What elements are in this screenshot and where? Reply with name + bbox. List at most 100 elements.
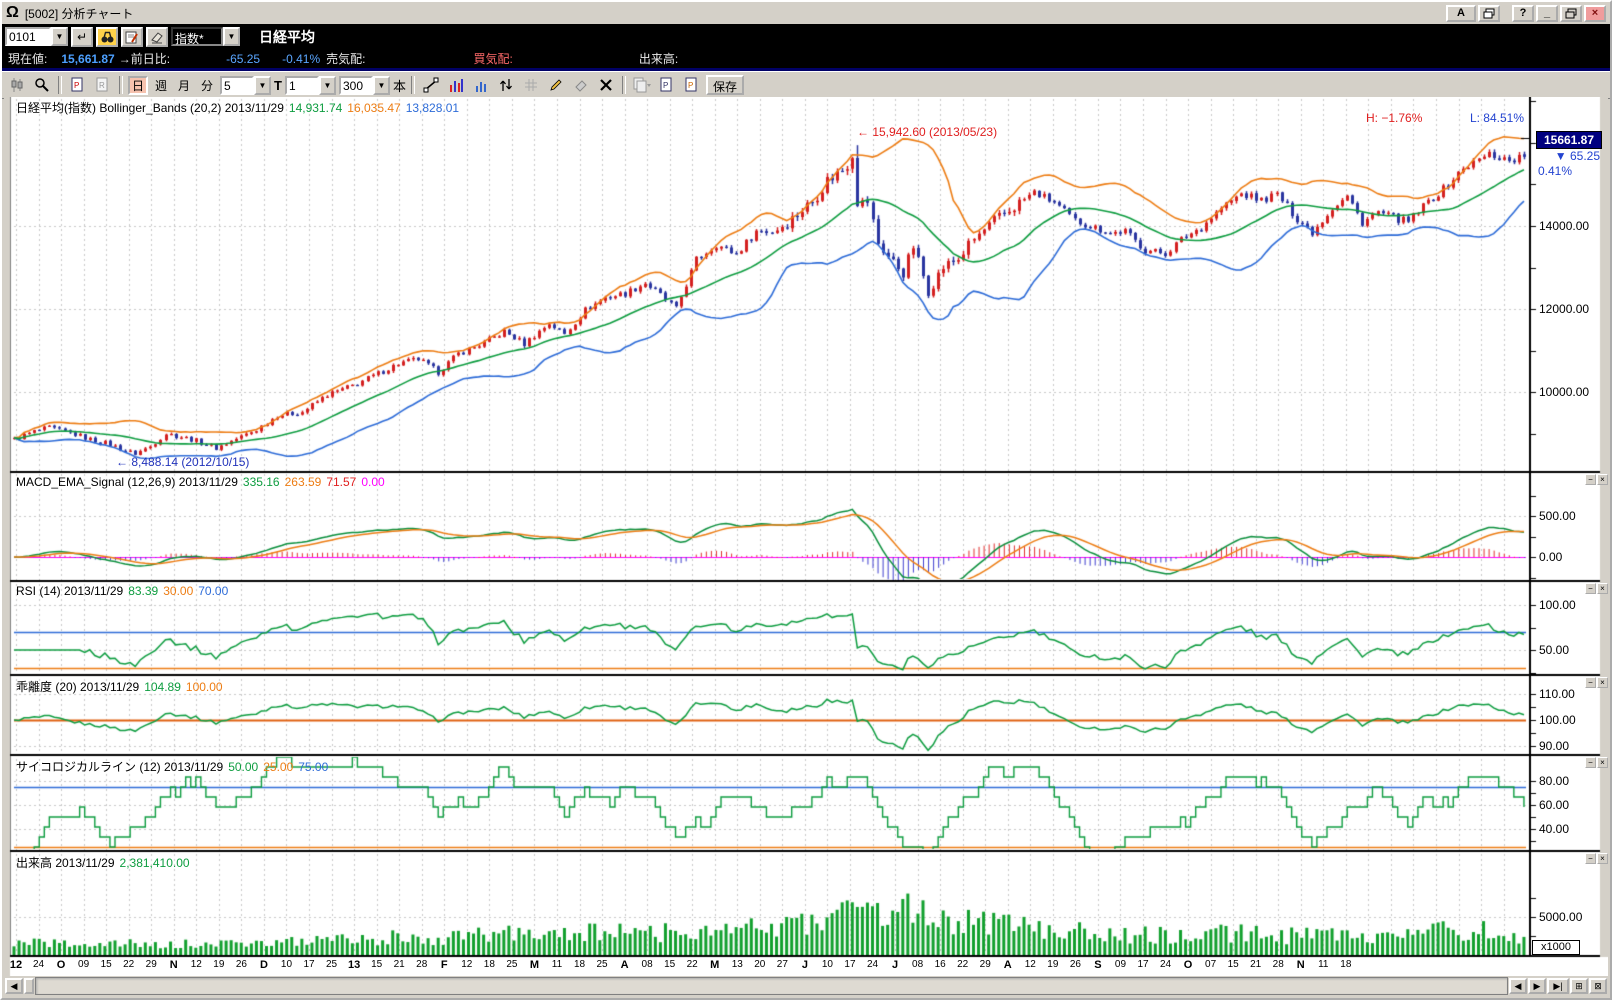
- indicator-value: 14,931.74: [289, 101, 342, 115]
- scrollbar-track[interactable]: [35, 977, 1508, 995]
- pane-label-main: 日経平均(指数) Bollinger_Bands (20,2) 2013/11/…: [16, 99, 464, 116]
- x-axis-label: 22: [123, 959, 134, 970]
- minimize-button[interactable]: _: [1536, 5, 1558, 22]
- pane-close-button[interactable]: ×: [1597, 583, 1608, 594]
- font-size-button[interactable]: A: [1446, 5, 1476, 22]
- help-button[interactable]: ?: [1512, 5, 1534, 22]
- trendline-button[interactable]: [420, 75, 442, 96]
- axis-label: 0.00: [1539, 550, 1562, 564]
- minute-bars-arrow-icon[interactable]: ▼: [254, 76, 271, 95]
- period-month-button[interactable]: 月: [174, 76, 194, 95]
- minute-bars-value[interactable]: 5: [220, 76, 254, 95]
- x-axis-label: 09: [1115, 959, 1126, 970]
- symbol-code-input[interactable]: [5, 27, 51, 46]
- price-label: 現在値:: [8, 50, 47, 67]
- memo-button[interactable]: [121, 27, 143, 47]
- page-copy-icon: R: [96, 77, 110, 93]
- x-axis-label: 18: [484, 959, 495, 970]
- search-button[interactable]: [96, 27, 118, 47]
- window-title: [5002] 分析チャート: [25, 5, 134, 22]
- scroll-left2-button[interactable]: ◀: [1509, 978, 1527, 994]
- pane-close-button[interactable]: ×: [1597, 474, 1608, 485]
- delete-all-button[interactable]: [595, 75, 617, 96]
- axis-label: 110.00: [1539, 687, 1575, 701]
- pane-minimize-button[interactable]: −: [1585, 474, 1596, 485]
- axis-label: 40.00: [1539, 822, 1569, 836]
- enter-icon: ↵: [77, 30, 87, 44]
- x-axis-label: 25: [326, 959, 337, 970]
- export-page-icon: P: [660, 77, 674, 93]
- enter-button[interactable]: ↵: [71, 27, 93, 47]
- close-button[interactable]: ×: [1584, 5, 1606, 22]
- pane-close-button[interactable]: ×: [1597, 677, 1608, 688]
- layout-close-button[interactable]: ⊠: [1589, 978, 1607, 994]
- x-axis-label: 12: [191, 959, 202, 970]
- category-combo: 指数* ▼: [171, 27, 240, 46]
- x-axis-label: 13: [348, 959, 360, 971]
- x-axis-label: 07: [1205, 959, 1216, 970]
- axis-label: 5000.00: [1539, 910, 1582, 924]
- x-axis-label: 18: [1340, 959, 1351, 970]
- app-logo-icon: Ω: [6, 5, 19, 21]
- volume2-overlay-button[interactable]: [470, 75, 492, 96]
- sort-arrows-button[interactable]: [495, 75, 517, 96]
- titlebar: Ω [5002] 分析チャート A ? _ ×: [2, 2, 1610, 24]
- pane-label-macd: MACD_EMA_Signal (12,26,9) 2013/11/29335.…: [16, 475, 390, 489]
- x-axis-label: D: [260, 959, 268, 971]
- interval-combo: 1 ▼: [285, 76, 336, 95]
- period-minute-button[interactable]: 分: [197, 76, 217, 95]
- pane-minimize-button[interactable]: −: [1585, 757, 1596, 768]
- category-value[interactable]: 指数*: [171, 27, 223, 46]
- up-down-arrows-icon: [498, 77, 514, 93]
- interval-value[interactable]: 1: [285, 76, 319, 95]
- magnifier-icon: [34, 77, 50, 93]
- binoculars-icon: [100, 30, 115, 44]
- pane-close-button[interactable]: ×: [1597, 757, 1608, 768]
- x-axis-label: 22: [957, 959, 968, 970]
- bar-count-value[interactable]: 300: [339, 76, 373, 95]
- indicator-value: 16,035.47: [347, 101, 400, 115]
- pane-close-button[interactable]: ×: [1597, 853, 1608, 864]
- restore-button[interactable]: [1560, 5, 1582, 22]
- scroll-right-button[interactable]: ▶: [1528, 978, 1546, 994]
- symbol-code-dropdown-arrow-icon[interactable]: ▼: [51, 27, 68, 46]
- erase-drawing-button[interactable]: [570, 75, 592, 96]
- scroll-to-end-button[interactable]: ▶|: [1547, 978, 1569, 994]
- pane-minimize-button[interactable]: −: [1585, 583, 1596, 594]
- status-row: 現在値: 15,661.87 →前日比: -65.25 -0.41% 売気配: …: [2, 49, 1610, 68]
- period-day-button[interactable]: 日: [128, 76, 148, 95]
- axis-label: 12000.00: [1539, 302, 1589, 316]
- page-copy-button[interactable]: R: [92, 75, 114, 96]
- export-settings-button[interactable]: P: [656, 75, 678, 96]
- chart-area[interactable]: 日経平均(指数) Bollinger_Bands (20,2) 2013/11/…: [4, 97, 1608, 976]
- scroll-left-button[interactable]: ◀: [5, 978, 23, 994]
- bar-count-arrow-icon[interactable]: ▼: [373, 76, 390, 95]
- save-button[interactable]: 保存: [706, 75, 744, 95]
- clear-button[interactable]: [146, 27, 168, 47]
- layout-grid-button[interactable]: ⊞: [1570, 978, 1588, 994]
- import-settings-button[interactable]: P: [681, 75, 703, 96]
- candlestick-type-button[interactable]: [6, 75, 28, 96]
- restore-icon: [1565, 8, 1577, 19]
- interval-arrow-icon[interactable]: ▼: [319, 76, 336, 95]
- bid-label: 買気配:: [473, 50, 512, 67]
- category-dropdown-arrow-icon[interactable]: ▼: [223, 27, 240, 46]
- pane-minimize-button[interactable]: −: [1585, 853, 1596, 864]
- grid-button[interactable]: [520, 75, 542, 96]
- scroll-split-handle[interactable]: [24, 978, 34, 994]
- x-axis-label: 28: [1273, 959, 1284, 970]
- x-axis-label: A: [621, 959, 629, 971]
- pane-minimize-button[interactable]: −: [1585, 677, 1596, 688]
- period-week-button[interactable]: 週: [151, 76, 171, 95]
- volume-unit-box: x1000: [1532, 940, 1580, 955]
- copy-chart-button[interactable]: [631, 75, 653, 96]
- x-axis-label: J: [892, 959, 898, 971]
- new-page-button[interactable]: P: [67, 75, 89, 96]
- draw-button[interactable]: [545, 75, 567, 96]
- duplicate-window-button[interactable]: [1478, 5, 1500, 22]
- copy-dropdown-icon: [633, 77, 651, 93]
- volume-overlay-button[interactable]: [445, 75, 467, 96]
- zoom-button[interactable]: [31, 75, 53, 96]
- x-axis-label: 24: [33, 959, 44, 970]
- x-axis-label: 12: [1025, 959, 1036, 970]
